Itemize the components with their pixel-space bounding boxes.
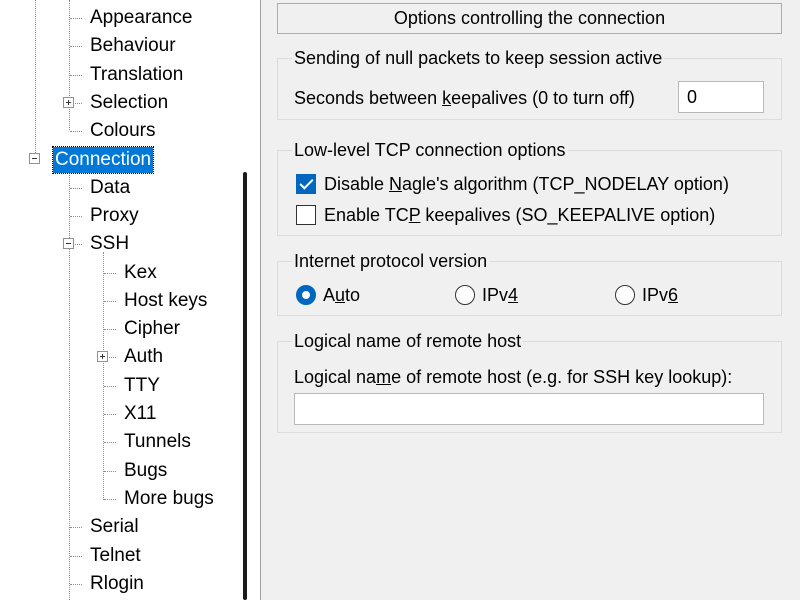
ipv6-label[interactable]: IPv6: [642, 283, 678, 307]
tree-item-telnet[interactable]: Telnet: [88, 543, 143, 569]
ipv4-label[interactable]: IPv4: [482, 283, 518, 307]
tree-line: [70, 216, 82, 217]
remote-host-group-title: Logical name of remote host: [292, 330, 524, 352]
keepalive-group-title: Sending of null packets to keep session …: [292, 47, 665, 69]
tree-item-serial[interactable]: Serial: [88, 514, 141, 540]
tree-line: [104, 301, 116, 302]
tree-line: [104, 273, 116, 274]
remote-host-input[interactable]: [294, 393, 764, 425]
tree-item-kex[interactable]: Kex: [122, 260, 159, 286]
collapse-ssh-icon[interactable]: [63, 238, 74, 249]
tree-item-colours[interactable]: Colours: [88, 118, 157, 144]
tcp-keepalive-label[interactable]: Enable TCP keepalives (SO_KEEPALIVE opti…: [324, 203, 715, 227]
ip-version-group: Internet protocol version Auto IPv4 IPv6: [277, 250, 782, 316]
category-tree[interactable]: Appearance Behaviour Translation Selecti…: [0, 0, 261, 600]
tree-line: [70, 131, 82, 132]
tree-item-behaviour[interactable]: Behaviour: [88, 33, 178, 59]
tree-line: [104, 329, 116, 330]
ip-version-group-title: Internet protocol version: [292, 250, 490, 272]
tcp-keepalive-checkbox[interactable]: [296, 205, 316, 225]
tree-item-tty[interactable]: TTY: [122, 373, 162, 399]
tree-item-host-keys[interactable]: Host keys: [122, 288, 209, 314]
ipv4-radio[interactable]: [455, 285, 475, 305]
tree-item-proxy[interactable]: Proxy: [88, 203, 141, 229]
tree-items: Appearance Behaviour Translation Selecti…: [0, 0, 230, 600]
tree-item-selection[interactable]: Selection: [88, 90, 170, 116]
ipv6-radio[interactable]: [615, 285, 635, 305]
tree-line: [103, 252, 104, 500]
options-panel: Options controlling the connection Sendi…: [262, 0, 800, 600]
tree-line: [70, 556, 82, 557]
tree-line: [69, 0, 70, 130]
tree-line: [104, 386, 116, 387]
tree-line: [70, 75, 82, 76]
tree-scrollbar[interactable]: [230, 0, 260, 600]
tree-line: [35, 0, 36, 159]
tree-item-ssh[interactable]: SSH: [88, 231, 131, 257]
tree-line: [75, 244, 82, 245]
tree-line: [70, 46, 82, 47]
keepalive-seconds-input[interactable]: [678, 81, 764, 113]
ip-auto-radio[interactable]: [296, 285, 316, 305]
tcp-options-group-title: Low-level TCP connection options: [292, 139, 568, 161]
remote-host-group: Logical name of remote host Logical name…: [277, 330, 782, 433]
tree-line: [75, 103, 82, 104]
tree-item-data[interactable]: Data: [88, 175, 132, 201]
tree-item-connection[interactable]: Connection: [51, 146, 155, 174]
tree-item-rlogin[interactable]: Rlogin: [88, 571, 146, 597]
tree-line: [70, 584, 82, 585]
tree-item-bugs[interactable]: Bugs: [122, 458, 169, 484]
tree-line: [104, 414, 116, 415]
tree-item-auth[interactable]: Auth: [122, 344, 165, 370]
nagle-checkbox[interactable]: [296, 174, 316, 194]
keepalive-label: Seconds between keepalives (0 to turn of…: [294, 88, 635, 108]
tree-item-more-bugs[interactable]: More bugs: [122, 486, 216, 512]
panel-title: Options controlling the connection: [277, 3, 782, 34]
tree-line: [104, 442, 116, 443]
remote-host-label: Logical name of remote host (e.g. for SS…: [294, 367, 733, 387]
tree-line: [70, 188, 82, 189]
tree-line: [104, 499, 116, 500]
tree-scrollbar-thumb[interactable]: [243, 172, 247, 600]
tree-item-translation[interactable]: Translation: [88, 62, 185, 88]
tree-item-cipher[interactable]: Cipher: [122, 316, 182, 342]
expand-auth-icon[interactable]: [97, 351, 108, 362]
collapse-connection-icon[interactable]: [29, 153, 40, 164]
tcp-options-group: Low-level TCP connection options Disable…: [277, 139, 782, 236]
keepalive-group: Sending of null packets to keep session …: [277, 47, 782, 120]
nagle-label[interactable]: Disable Nagle's algorithm (TCP_NODELAY o…: [324, 172, 729, 196]
tree-line: [104, 471, 116, 472]
tree-line: [70, 18, 82, 19]
ip-auto-label[interactable]: Auto: [323, 283, 360, 307]
tree-item-appearance[interactable]: Appearance: [88, 5, 194, 31]
tree-line: [69, 172, 70, 600]
expand-selection-icon[interactable]: [63, 97, 74, 108]
tree-line: [70, 527, 82, 528]
tree-item-tunnels[interactable]: Tunnels: [122, 429, 193, 455]
tree-line: [109, 357, 116, 358]
tree-item-x11[interactable]: X11: [122, 401, 158, 427]
